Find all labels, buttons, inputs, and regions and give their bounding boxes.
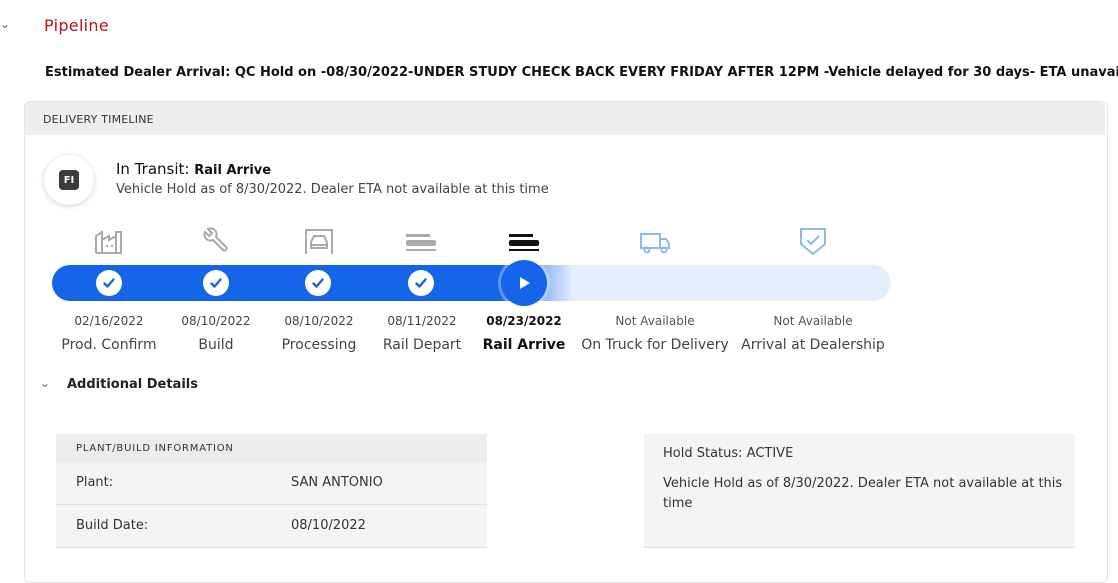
build-date-label: Build Date: <box>76 518 149 533</box>
shield-check-icon <box>796 226 830 256</box>
stage-label: Arrival at Dealership <box>741 337 885 353</box>
stage-label: On Truck for Delivery <box>581 337 729 353</box>
stage-complete-check-icon <box>408 270 434 296</box>
status-badge: FI <box>44 155 94 205</box>
status-line: In Transit: Rail Arrive <box>116 160 271 178</box>
hold-message: Vehicle Hold as of 8/30/2022. Dealer ETA… <box>663 476 1063 511</box>
estimated-dealer-arrival: Estimated Dealer Arrival: QC Hold on -08… <box>45 65 1118 80</box>
row-divider <box>56 504 487 505</box>
collapse-chevron-icon[interactable]: ⌄ <box>0 17 10 31</box>
stage-date-current: 08/23/2022 <box>486 314 562 328</box>
stage-complete-check-icon <box>203 270 229 296</box>
fi-logo-icon: FI <box>59 170 79 190</box>
garage-car-icon <box>302 226 336 256</box>
train-icon <box>507 226 541 256</box>
stage-date: Not Available <box>615 314 695 328</box>
additional-details-toggle[interactable]: Additional Details <box>67 377 198 392</box>
wrench-icon <box>199 226 233 256</box>
delivery-timeline-title: DELIVERY TIMELINE <box>43 113 154 126</box>
row-divider <box>56 547 487 548</box>
stage-complete-check-icon <box>305 270 331 296</box>
delivery-timeline-header: DELIVERY TIMELINE <box>25 102 1105 135</box>
current-stage-play-icon <box>501 260 547 306</box>
pipeline-title: Pipeline <box>44 16 110 35</box>
status-prefix: In Transit: <box>116 160 190 178</box>
stage-complete-check-icon <box>96 270 122 296</box>
hold-status: Hold Status: ACTIVE <box>663 446 794 461</box>
status-stage: Rail Arrive <box>194 163 272 178</box>
train-icon <box>404 226 438 256</box>
additional-details-chevron-icon[interactable]: ⌄ <box>40 376 50 390</box>
build-date-value: 08/10/2022 <box>291 518 366 533</box>
factory-icon <box>92 226 126 256</box>
status-subtext: Vehicle Hold as of 8/30/2022. Dealer ETA… <box>116 182 549 197</box>
truck-icon <box>638 226 672 256</box>
plant-build-header: PLANT/BUILD INFORMATION <box>56 434 487 462</box>
plant-build-title: PLANT/BUILD INFORMATION <box>76 443 234 454</box>
stage-date: Not Available <box>773 314 853 328</box>
row-divider <box>644 547 1075 548</box>
plant-label: Plant: <box>76 475 114 490</box>
plant-value: SAN ANTONIO <box>291 475 383 490</box>
